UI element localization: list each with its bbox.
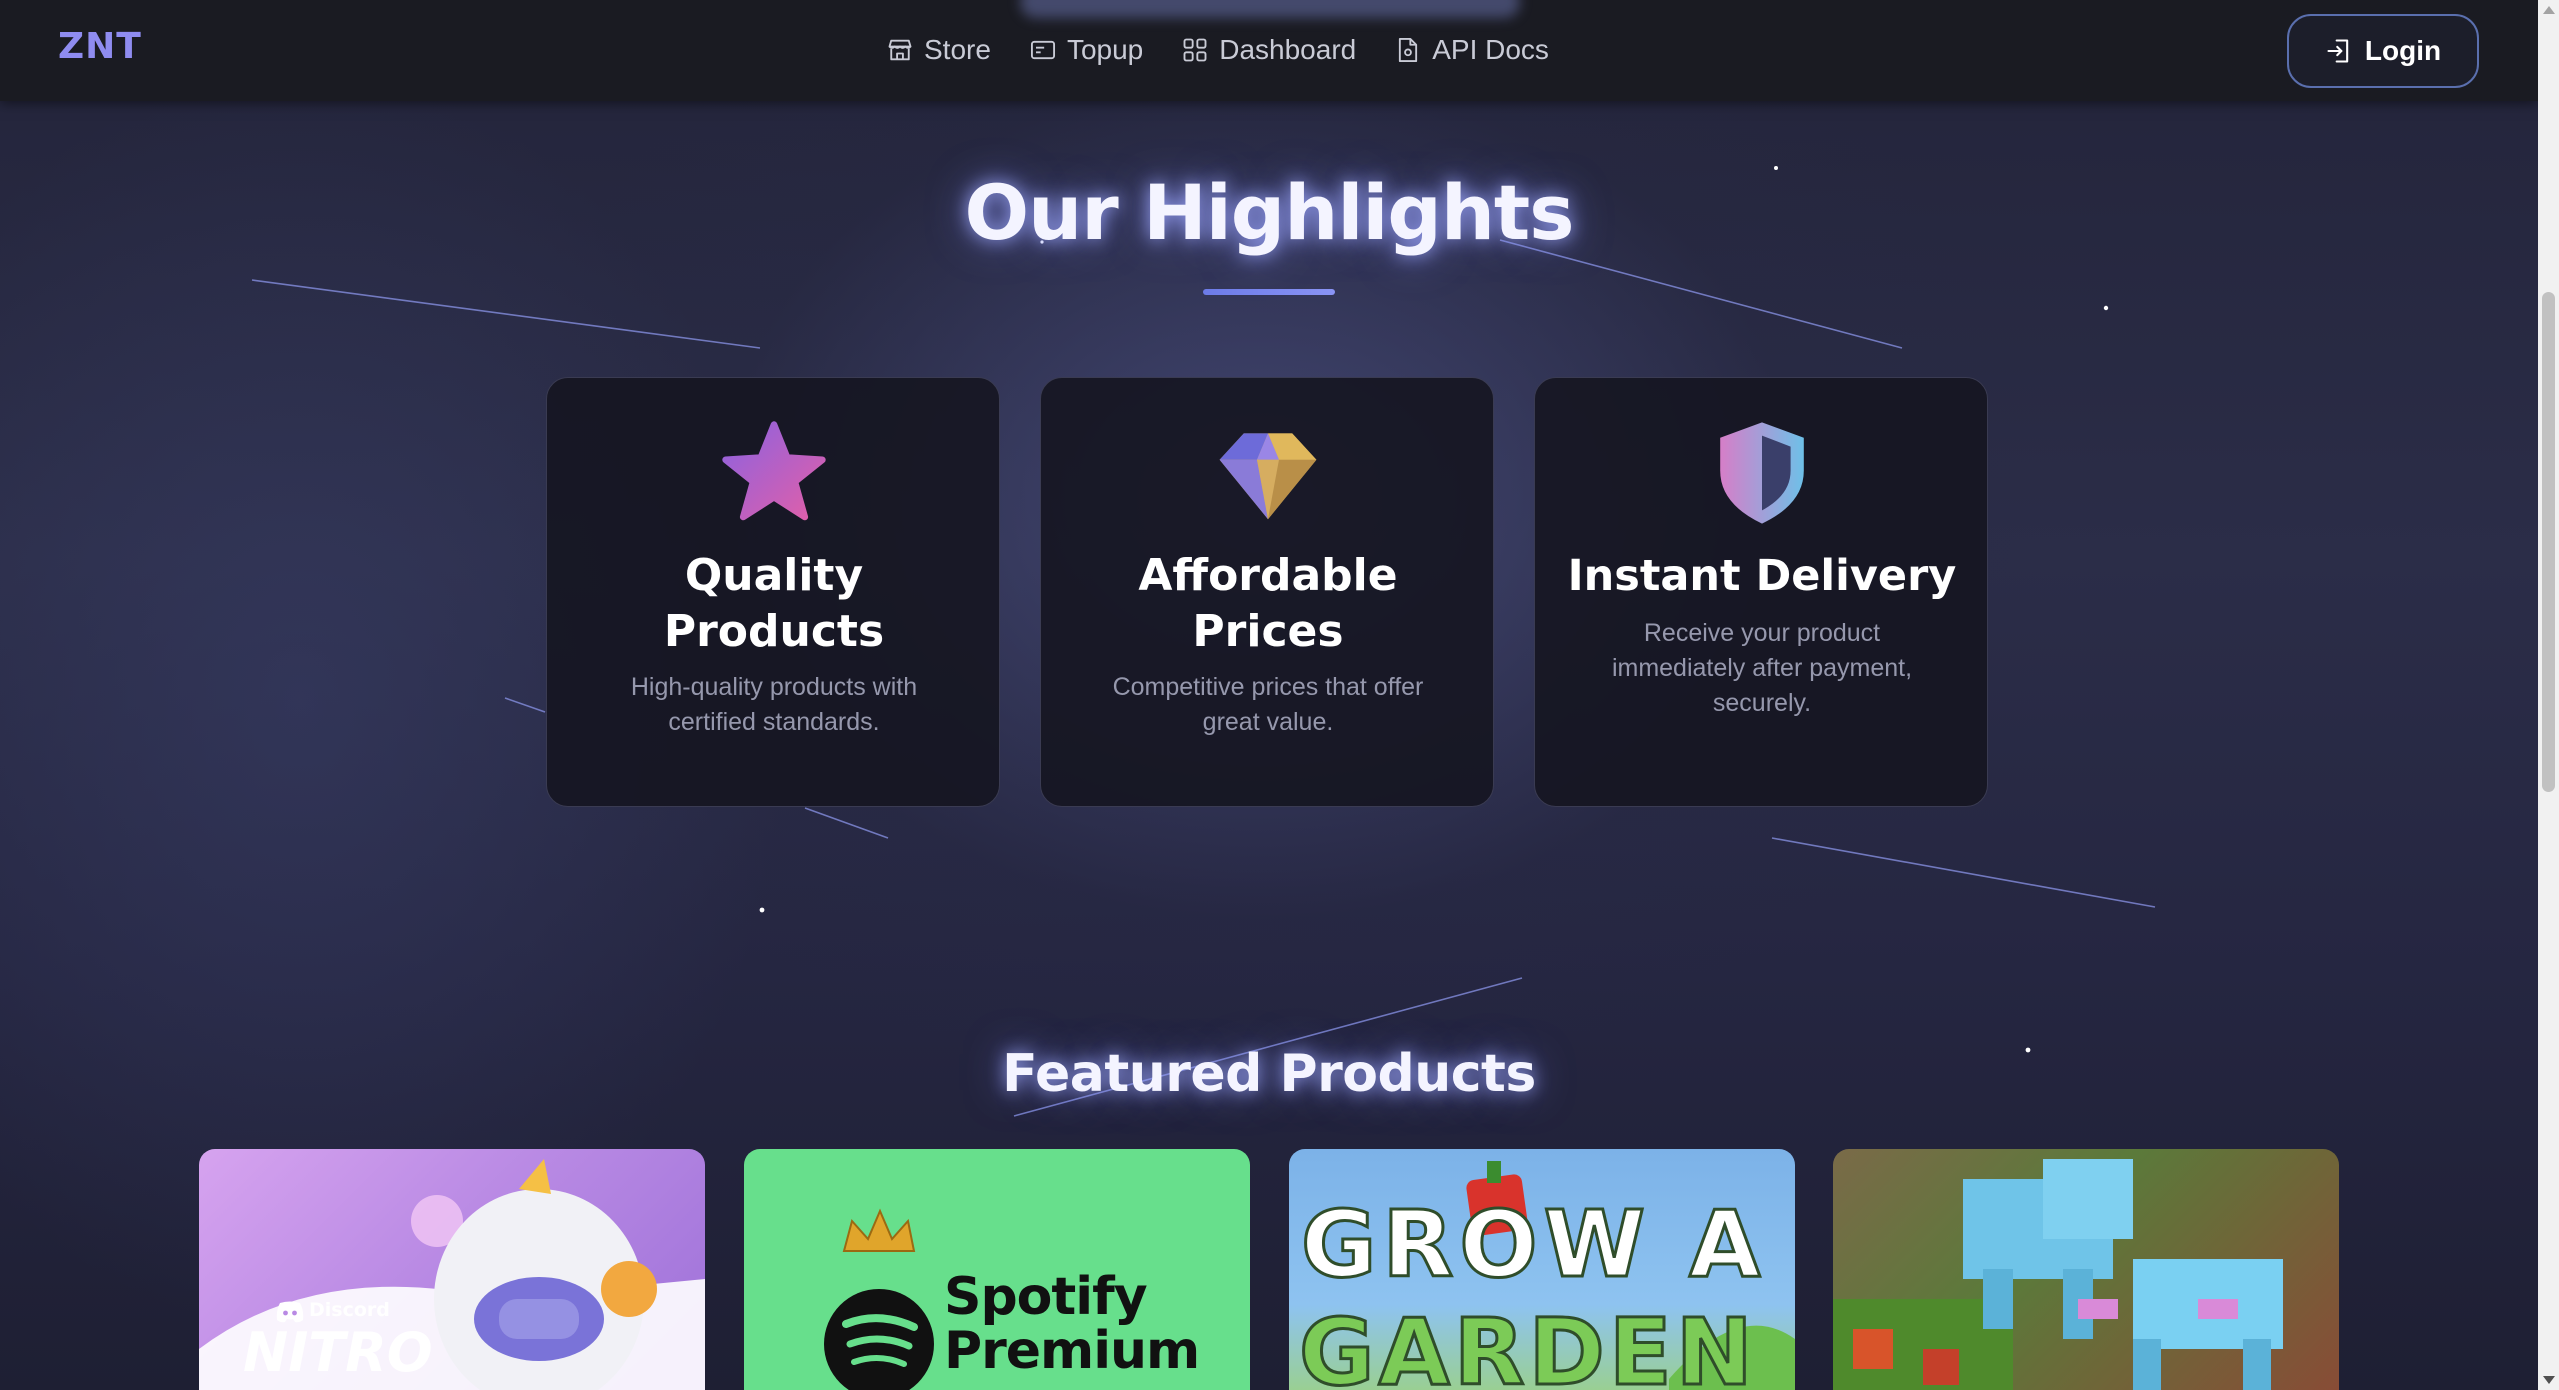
card-icon	[1030, 40, 1055, 60]
site-logo[interactable]: ZNT	[58, 26, 142, 67]
product-card-minecraft[interactable]	[1833, 1149, 2339, 1390]
spotify-line1: Spotify	[944, 1267, 1148, 1327]
top-navbar: ZNT Store Topup Dashboard API Docs Login	[0, 0, 2538, 101]
nav-link-store[interactable]: Store	[886, 34, 991, 66]
featured-products-title: Featured Products	[1002, 1044, 1536, 1104]
garden-line2: GARDEN	[1298, 1298, 1757, 1390]
garden-line1: GROW A	[1299, 1190, 1767, 1300]
highlights-underline	[1203, 289, 1335, 295]
card-desc-quality: High-quality products with certified sta…	[630, 673, 918, 736]
discord-logo-icon	[276, 1301, 304, 1323]
nav-link-api-docs[interactable]: API Docs	[1394, 34, 1549, 66]
discord-brand-label: Discord	[309, 1299, 390, 1321]
highlight-card-quality: Quality Products High-quality products w…	[546, 377, 1000, 807]
product-card-spotify-premium[interactable]: Spotify Premium	[744, 1149, 1250, 1390]
nav-links: Store Topup Dashboard API Docs	[886, 28, 1549, 72]
store-icon	[888, 39, 912, 61]
diamond-icon	[1219, 433, 1317, 520]
scroll-down-arrow[interactable]	[2543, 1376, 2555, 1384]
shield-icon	[1720, 422, 1804, 524]
card-title-quality: Quality Products	[663, 550, 885, 657]
login-button[interactable]: Login	[2287, 14, 2479, 88]
highlight-card-delivery: Instant Delivery Receive your product im…	[1534, 377, 1988, 807]
nav-link-topup-label: Topup	[1066, 34, 1144, 65]
card-desc-prices: Competitive prices that offer great valu…	[1112, 673, 1424, 736]
nav-link-dashboard-label: Dashboard	[1219, 34, 1357, 65]
product-card-grow-a-garden[interactable]: GROW A GARDEN	[1289, 1149, 1795, 1390]
page-scrollbar[interactable]	[2538, 0, 2559, 1390]
nav-glow	[1020, 0, 1520, 18]
nav-link-api-docs-label: API Docs	[1432, 34, 1549, 65]
login-button-label: Login	[2364, 35, 2442, 66]
scroll-up-arrow[interactable]	[2543, 6, 2555, 14]
document-icon	[1399, 37, 1418, 63]
minecraft-art	[1833, 1159, 2283, 1390]
spotify-line2: Premium	[944, 1321, 1200, 1381]
grid-icon	[1183, 38, 1207, 62]
star-icon	[722, 421, 826, 521]
nitro-label: NITRO	[243, 1321, 433, 1384]
card-desc-delivery: Receive your product immediately after p…	[1611, 619, 1913, 717]
card-title-prices: Affordable Prices	[1138, 550, 1398, 657]
nav-link-topup[interactable]: Topup	[1029, 34, 1143, 66]
nav-link-store-label: Store	[924, 34, 991, 65]
page-viewport: ZNT Store Topup Dashboard API Docs Login…	[0, 0, 2538, 1390]
login-icon	[2327, 39, 2349, 63]
highlight-card-prices: Affordable Prices Competitive prices tha…	[1040, 377, 1494, 807]
card-title-delivery: Instant Delivery	[1567, 551, 1957, 601]
nav-link-dashboard[interactable]: Dashboard	[1181, 34, 1356, 66]
product-card-discord-nitro[interactable]: Discord NITRO	[199, 1149, 705, 1390]
spotify-logo-icon	[824, 1208, 934, 1390]
scrollbar-thumb[interactable]	[2542, 292, 2555, 792]
highlights-title: Our Highlights	[964, 168, 1575, 257]
